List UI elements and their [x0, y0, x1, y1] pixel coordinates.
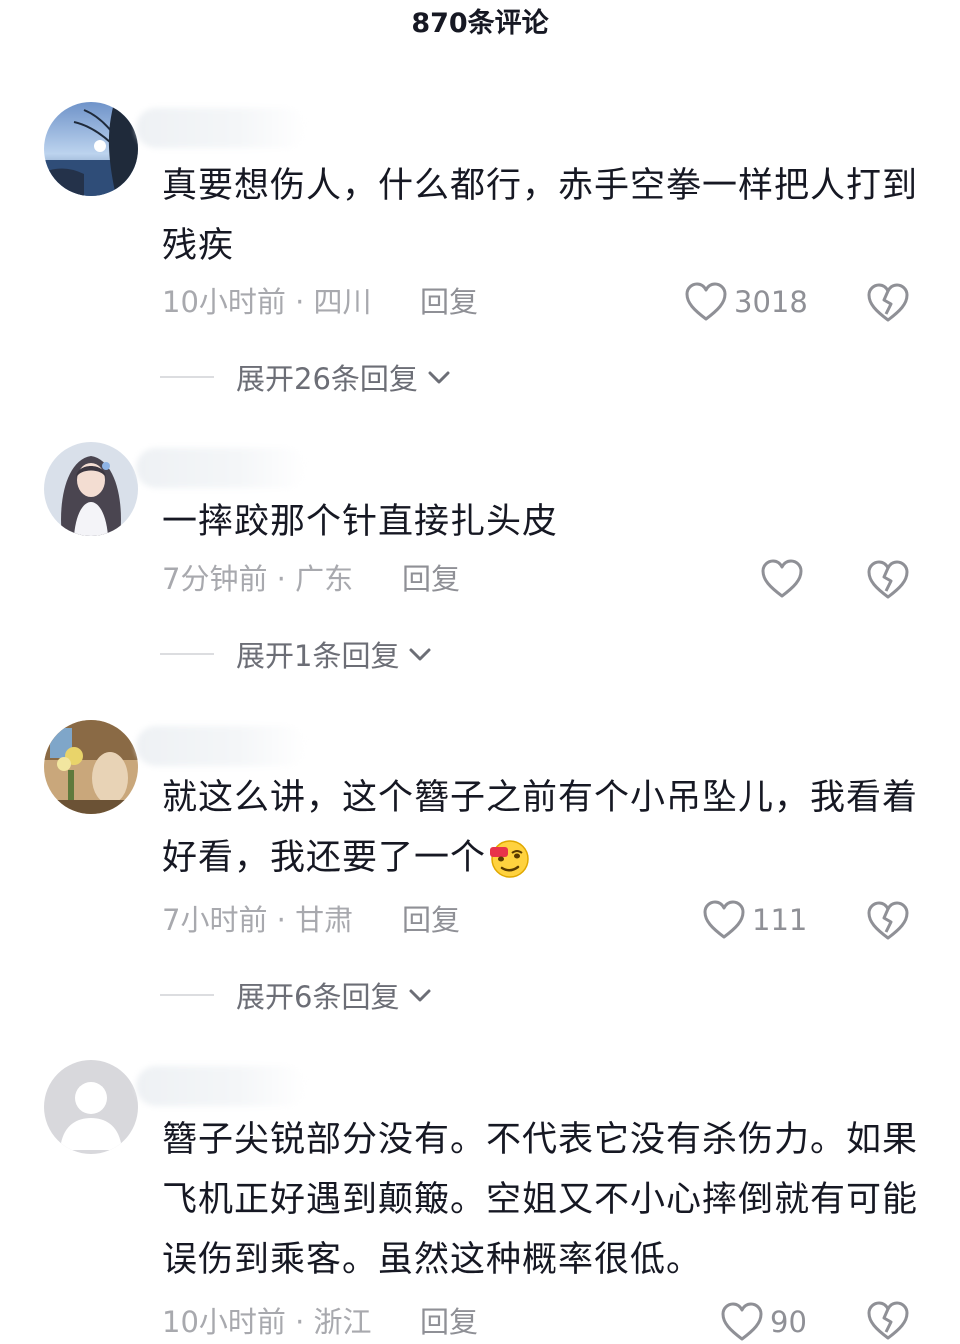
comment-time-location: 10小时前 · 浙江: [162, 1305, 372, 1339]
user-avatar[interactable]: [44, 102, 138, 196]
user-avatar[interactable]: [44, 720, 138, 814]
broken-heart-icon[interactable]: [866, 280, 910, 324]
like-count: 3018: [734, 285, 808, 319]
chevron-down-icon: [409, 989, 431, 1002]
expand-replies-label: 展开1条回复: [236, 639, 400, 673]
like-button[interactable]: 111: [702, 898, 807, 942]
heart-outline-icon: [685, 282, 727, 321]
expand-replies-button[interactable]: 展开26条回复: [160, 357, 452, 397]
expand-replies-label: 展开6条回复: [236, 980, 400, 1014]
comment-text: 簪子尖锐部分没有。不代表它没有杀伤力。如果飞机正好遇到颠簸。空姐又不小心摔倒就有…: [162, 1120, 919, 1280]
username-blurred[interactable]: [136, 726, 306, 766]
expand-divider-line: [160, 994, 214, 996]
sly-smile-emoji-icon: [490, 840, 529, 878]
username-blurred[interactable]: [136, 1066, 306, 1106]
expand-replies-button[interactable]: 展开1条回复: [160, 634, 433, 674]
broken-heart-icon[interactable]: [866, 898, 910, 942]
comment-time-location: 7分钟前 · 广东: [162, 562, 354, 596]
comment-text: 一摔跤那个针直接扎头皮: [162, 502, 559, 542]
chevron-down-icon: [428, 371, 450, 384]
like-button[interactable]: 3018: [684, 280, 808, 324]
chevron-down-icon: [409, 648, 431, 661]
username-blurred[interactable]: [136, 108, 306, 148]
comment-time-location: 7小时前 · 甘肃: [162, 903, 354, 937]
expand-divider-line: [160, 376, 214, 378]
reply-button[interactable]: 回复: [420, 1302, 478, 1342]
comment-text: 就这么讲，这个簪子之前有个小吊坠儿，我看着好看，我还要了一个: [162, 768, 922, 888]
expand-divider-line: [160, 653, 214, 655]
heart-outline-icon: [721, 1302, 763, 1341]
comments-header-title: 870条评论: [411, 8, 549, 39]
heart-outline-icon: [703, 900, 745, 939]
expand-replies-button[interactable]: 展开6条回复: [160, 975, 433, 1015]
expand-replies-label: 展开26条回复: [236, 362, 418, 396]
comment-text: 真要想伤人，什么都行，赤手空拳一样把人打到残疾: [162, 166, 919, 266]
reply-button[interactable]: 回复: [402, 559, 460, 599]
like-count: 90: [770, 1305, 807, 1339]
like-button[interactable]: [760, 557, 810, 601]
comment-text-body: 就这么讲，这个簪子之前有个小吊坠儿，我看着好看，我还要了一个: [162, 778, 919, 878]
like-count: 111: [752, 903, 808, 937]
user-avatar[interactable]: [44, 442, 138, 536]
heart-outline-icon: [761, 559, 803, 598]
reply-button[interactable]: 回复: [420, 282, 478, 322]
user-avatar[interactable]: [44, 1060, 138, 1154]
reply-button[interactable]: 回复: [402, 900, 460, 940]
username-blurred[interactable]: [136, 448, 306, 488]
like-button[interactable]: 90: [720, 1300, 807, 1344]
broken-heart-icon[interactable]: [866, 1298, 910, 1342]
comment-time-location: 10小时前 · 四川: [162, 285, 372, 319]
broken-heart-icon[interactable]: [866, 557, 910, 601]
